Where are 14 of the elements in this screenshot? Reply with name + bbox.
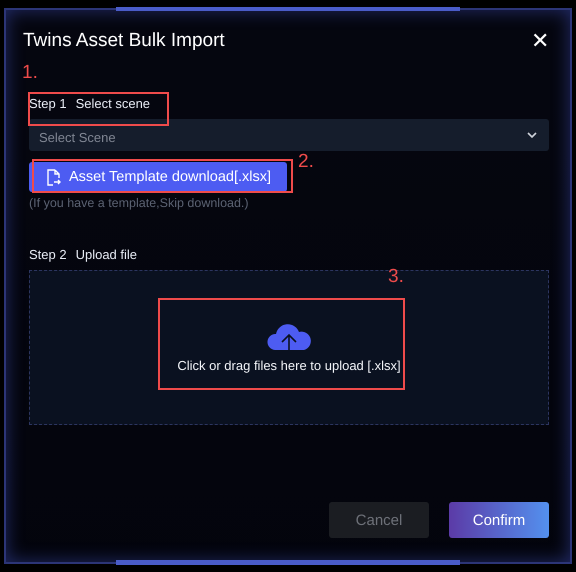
file-export-icon (45, 168, 61, 186)
hint-text: (If you have a template,Skip download.) (29, 196, 250, 210)
step-label: Select scene (76, 96, 150, 111)
close-button[interactable]: ✕ (531, 28, 549, 54)
step-label: Upload file (76, 247, 138, 262)
confirm-button[interactable]: Confirm (449, 502, 549, 538)
chevron-down-icon (527, 132, 537, 139)
annotation-number: 2. (298, 151, 314, 173)
dialog-title: Twins Asset Bulk Import (23, 30, 225, 52)
annotation-number: 1. (22, 62, 38, 84)
step-number: Step 2 (29, 247, 67, 262)
template-download-button[interactable]: Asset Template download[.xlsx] (29, 162, 288, 192)
step-number: Step 1 (29, 96, 67, 111)
scene-select[interactable]: Select Scene (29, 119, 549, 151)
